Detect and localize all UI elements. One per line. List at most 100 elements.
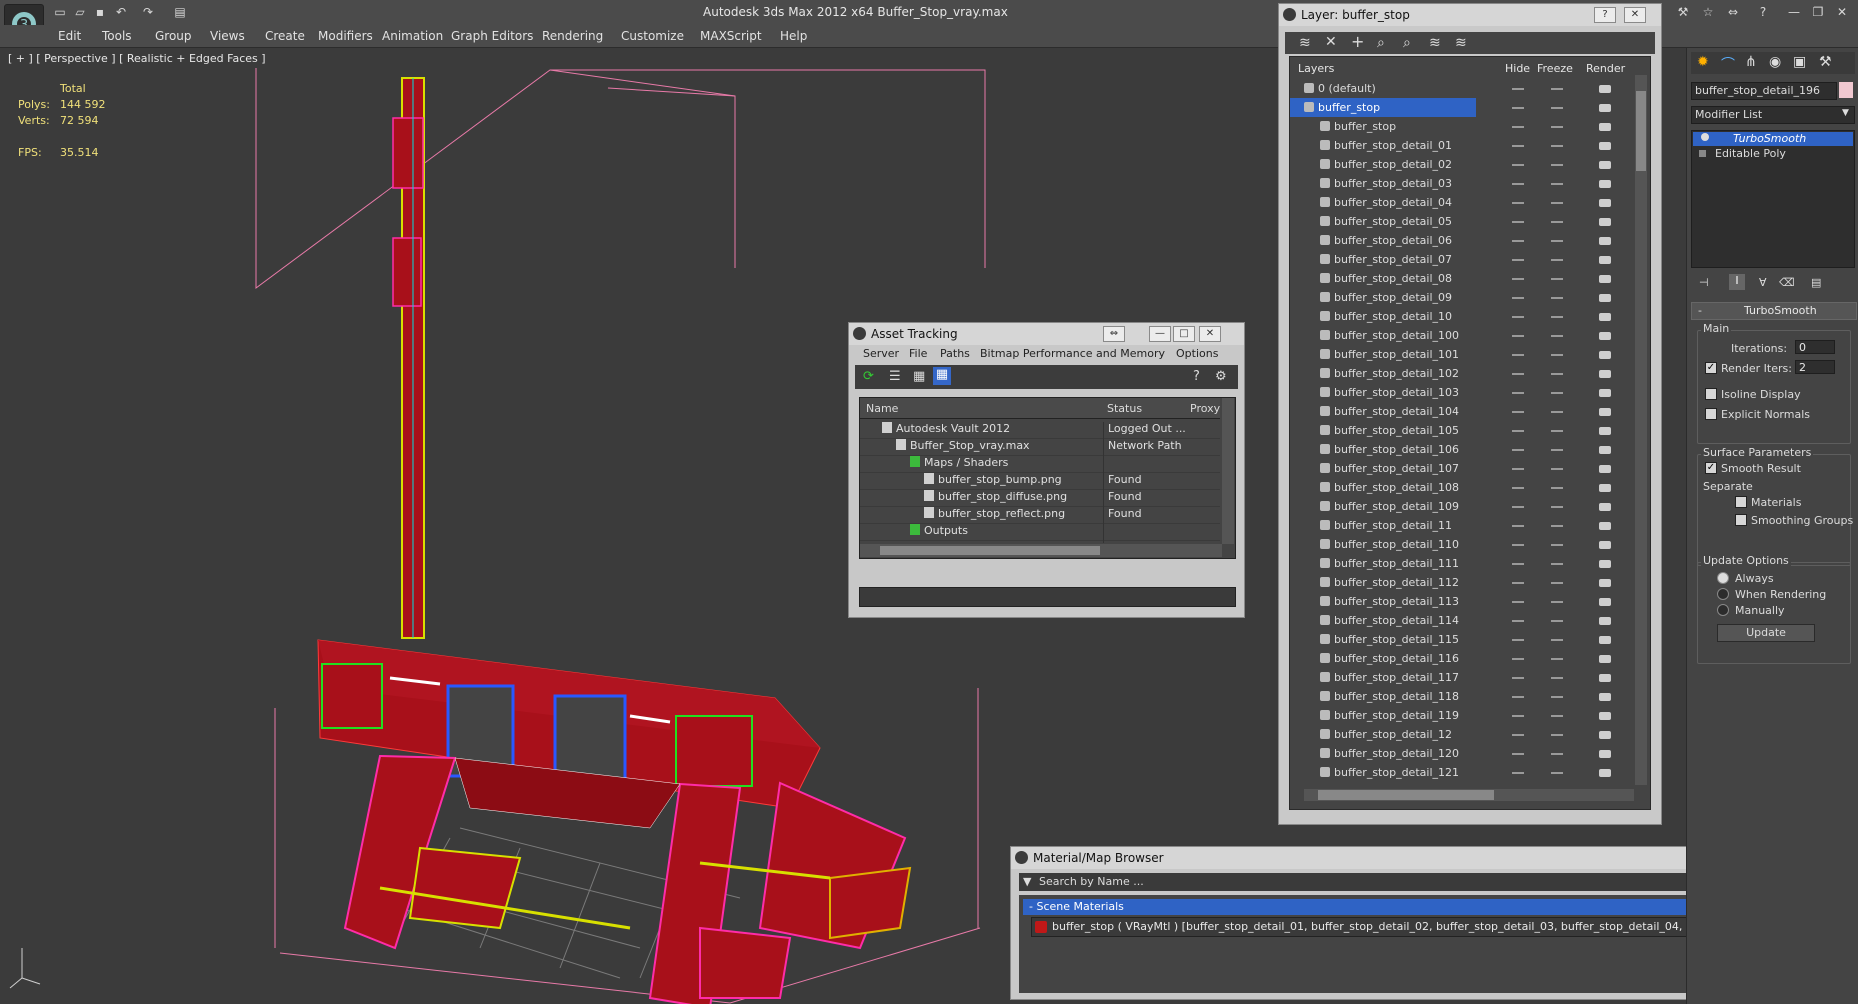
layer-row[interactable]: buffer_stop_detail_108 xyxy=(1290,478,1633,497)
freeze-toggle-icon[interactable] xyxy=(1551,544,1563,546)
layer-row[interactable]: buffer_stop_detail_03 xyxy=(1290,174,1633,193)
utilities-tab-icon[interactable]: ⚒ xyxy=(1819,54,1832,70)
infocenter-icon[interactable]: ⇔ xyxy=(1725,5,1741,19)
manually-radio[interactable] xyxy=(1717,604,1729,616)
asset-help-icon[interactable]: ? xyxy=(1193,369,1200,384)
object-name-field[interactable]: buffer_stop_detail_196 xyxy=(1691,82,1837,100)
display-tab-icon[interactable]: ▣ xyxy=(1793,54,1806,70)
hide-toggle-icon[interactable] xyxy=(1512,88,1524,90)
hide-toggle-icon[interactable] xyxy=(1512,487,1524,489)
save-file-icon[interactable]: ▪ xyxy=(92,5,108,19)
asset-path-field[interactable] xyxy=(859,587,1236,607)
hide-toggle-icon[interactable] xyxy=(1512,639,1524,641)
layer-row[interactable]: buffer_stop_detail_118 xyxy=(1290,687,1633,706)
menu-help[interactable]: Help xyxy=(780,29,807,43)
freeze-toggle-icon[interactable] xyxy=(1551,696,1563,698)
render-toggle-icon[interactable] xyxy=(1599,104,1611,112)
hide-toggle-icon[interactable] xyxy=(1512,468,1524,470)
layer-row[interactable]: buffer_stop_detail_11 xyxy=(1290,516,1633,535)
undo-icon[interactable]: ↶ xyxy=(113,5,129,19)
tools-icon[interactable]: ⚒ xyxy=(1675,5,1691,19)
freeze-toggle-icon[interactable] xyxy=(1551,658,1563,660)
asset-horizontal-scrollbar[interactable] xyxy=(860,544,1222,557)
hide-toggle-icon[interactable] xyxy=(1512,354,1524,356)
remove-modifier-icon[interactable]: ⌫ xyxy=(1779,276,1795,289)
render-toggle-icon[interactable] xyxy=(1599,769,1611,777)
menu-animation[interactable]: Animation xyxy=(382,29,443,43)
menu-edit[interactable]: Edit xyxy=(58,29,81,43)
hide-toggle-icon[interactable] xyxy=(1512,734,1524,736)
list-view-icon[interactable]: ☰ xyxy=(889,369,901,384)
hide-toggle-icon[interactable] xyxy=(1512,335,1524,337)
render-toggle-icon[interactable] xyxy=(1599,712,1611,720)
freeze-toggle-icon[interactable] xyxy=(1551,411,1563,413)
hide-toggle-icon[interactable] xyxy=(1512,411,1524,413)
freeze-toggle-icon[interactable] xyxy=(1551,639,1563,641)
turbosmooth-rollout-header[interactable]: - TurboSmooth xyxy=(1691,302,1857,320)
hide-toggle-icon[interactable] xyxy=(1512,677,1524,679)
freeze-toggle-icon[interactable] xyxy=(1551,601,1563,603)
hide-toggle-icon[interactable] xyxy=(1512,772,1524,774)
render-toggle-icon[interactable] xyxy=(1599,237,1611,245)
expand-icon[interactable] xyxy=(1699,150,1706,157)
layer-row[interactable]: buffer_stop_detail_113 xyxy=(1290,592,1633,611)
asset-menu-options[interactable]: Options xyxy=(1176,347,1218,360)
hide-toggle-icon[interactable] xyxy=(1512,430,1524,432)
always-radio[interactable] xyxy=(1717,572,1729,584)
smooth-result-checkbox[interactable]: ✓ xyxy=(1705,462,1717,474)
render-toggle-icon[interactable] xyxy=(1599,161,1611,169)
layer-horizontal-scrollbar[interactable] xyxy=(1304,789,1634,801)
freeze-toggle-icon[interactable] xyxy=(1551,259,1563,261)
hide-toggle-icon[interactable] xyxy=(1512,183,1524,185)
asset-col-name[interactable]: Name xyxy=(866,402,898,415)
menu-rendering[interactable]: Rendering xyxy=(542,29,603,43)
render-toggle-icon[interactable] xyxy=(1599,731,1611,739)
freeze-toggle-icon[interactable] xyxy=(1551,221,1563,223)
modify-tab-icon[interactable]: ⌒ xyxy=(1721,54,1735,74)
layer-row[interactable]: buffer_stop_detail_06 xyxy=(1290,231,1633,250)
freeze-toggle-icon[interactable] xyxy=(1551,620,1563,622)
render-toggle-icon[interactable] xyxy=(1599,332,1611,340)
asset-menu-bitmap[interactable]: Bitmap Performance and Memory xyxy=(980,347,1165,360)
hide-toggle-icon[interactable] xyxy=(1512,278,1524,280)
freeze-toggle-icon[interactable] xyxy=(1551,354,1563,356)
render-toggle-icon[interactable] xyxy=(1599,199,1611,207)
freeze-toggle-icon[interactable] xyxy=(1551,335,1563,337)
freeze-toggle-icon[interactable] xyxy=(1551,468,1563,470)
table-view-icon[interactable]: ▦ xyxy=(933,367,951,385)
render-toggle-icon[interactable] xyxy=(1599,579,1611,587)
hide-toggle-icon[interactable] xyxy=(1512,449,1524,451)
render-toggle-icon[interactable] xyxy=(1599,408,1611,416)
freeze-toggle-icon[interactable] xyxy=(1551,506,1563,508)
explicit-normals-checkbox[interactable] xyxy=(1705,408,1717,420)
layer-row[interactable]: buffer_stop_detail_111 xyxy=(1290,554,1633,573)
render-toggle-icon[interactable] xyxy=(1599,218,1611,226)
render-toggle-icon[interactable] xyxy=(1599,85,1611,93)
menu-maxscript[interactable]: MAXScript xyxy=(700,29,762,43)
hide-toggle-icon[interactable] xyxy=(1512,240,1524,242)
render-toggle-icon[interactable] xyxy=(1599,370,1611,378)
render-toggle-icon[interactable] xyxy=(1599,674,1611,682)
layer-row[interactable]: buffer_stop_detail_107 xyxy=(1290,459,1633,478)
select-objects-icon[interactable]: ⌕ xyxy=(1377,35,1385,51)
hide-toggle-icon[interactable] xyxy=(1512,544,1524,546)
layer-row[interactable]: buffer_stop_detail_110 xyxy=(1290,535,1633,554)
hide-toggle-icon[interactable] xyxy=(1512,696,1524,698)
layer-row[interactable]: buffer_stop_detail_106 xyxy=(1290,440,1633,459)
col-hide[interactable]: Hide xyxy=(1505,62,1530,75)
pin-stack-icon[interactable]: ⊣ xyxy=(1699,276,1709,289)
freeze-toggle-icon[interactable] xyxy=(1551,164,1563,166)
render-toggle-icon[interactable] xyxy=(1599,560,1611,568)
hide-toggle-icon[interactable] xyxy=(1512,297,1524,299)
freeze-toggle-icon[interactable] xyxy=(1551,297,1563,299)
render-toggle-icon[interactable] xyxy=(1599,503,1611,511)
layer-row[interactable]: buffer_stop_detail_100 xyxy=(1290,326,1633,345)
iterations-spinner[interactable]: 0 xyxy=(1795,340,1835,354)
freeze-toggle-icon[interactable] xyxy=(1551,715,1563,717)
layer-row[interactable]: buffer_stop_detail_120 xyxy=(1290,744,1633,763)
freeze-toggle-icon[interactable] xyxy=(1551,392,1563,394)
asset-maximize-button[interactable]: □ xyxy=(1173,326,1195,342)
layer-vertical-scrollbar[interactable] xyxy=(1635,75,1647,785)
menu-tools[interactable]: Tools xyxy=(102,29,132,43)
render-toggle-icon[interactable] xyxy=(1599,598,1611,606)
